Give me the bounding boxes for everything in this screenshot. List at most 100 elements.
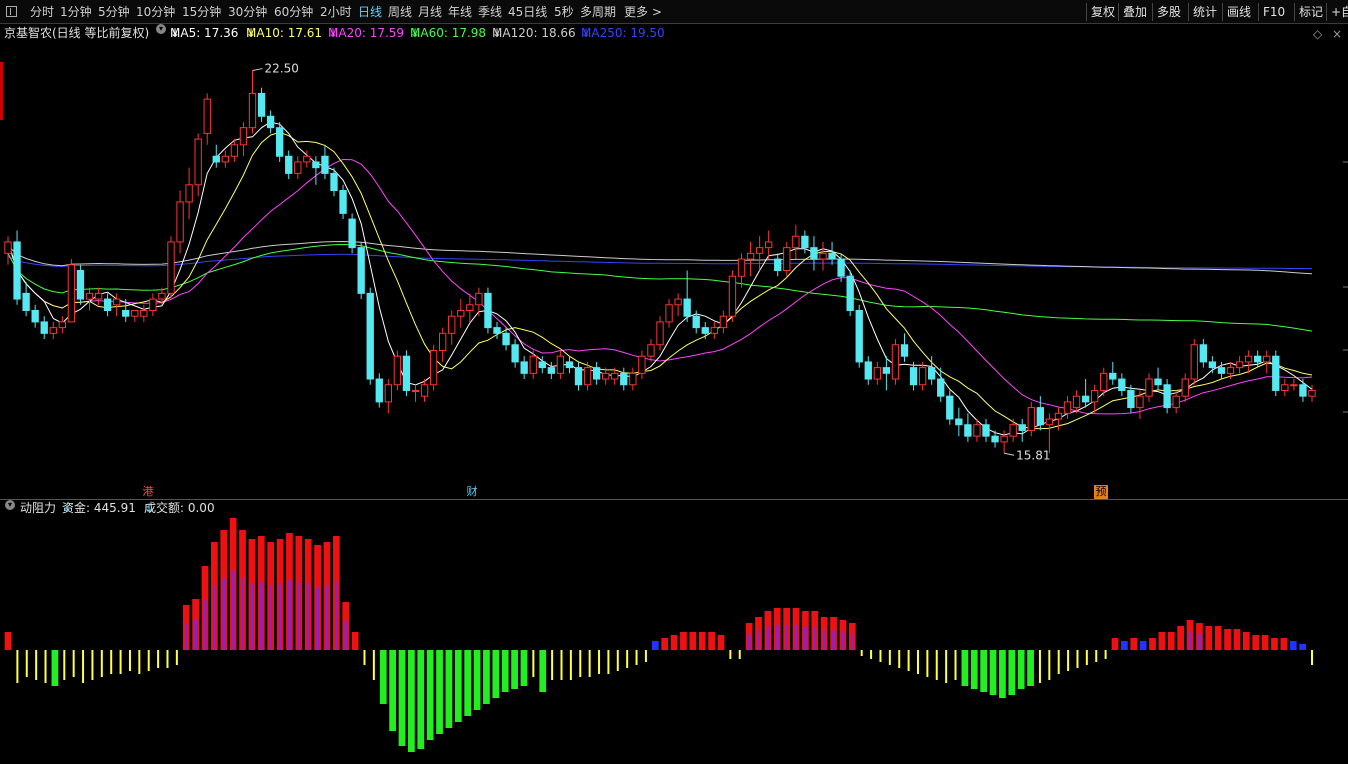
candle xyxy=(1281,379,1289,397)
candle xyxy=(40,316,48,340)
candle-body xyxy=(185,184,193,203)
histogram-bar xyxy=(483,650,490,704)
period-tab-12[interactable]: 季线 xyxy=(478,0,502,24)
candle-body xyxy=(22,292,30,311)
candle-body xyxy=(1299,384,1307,397)
candle xyxy=(873,361,882,385)
histogram-bar xyxy=(989,650,997,695)
candle xyxy=(22,281,30,317)
period-tab-16[interactable]: 更多 > xyxy=(624,0,662,24)
candle xyxy=(629,367,637,391)
histogram-inner-bar xyxy=(822,630,826,650)
histogram-bar xyxy=(970,650,978,689)
close-icon[interactable]: × xyxy=(1332,27,1342,41)
candle-body xyxy=(873,367,882,380)
period-tab-7[interactable]: 2小时 xyxy=(320,0,352,24)
candle-body xyxy=(1190,344,1198,380)
candle-body xyxy=(1118,378,1126,391)
period-tab-5[interactable]: 30分钟 xyxy=(228,0,267,24)
histogram-inner-bar xyxy=(269,585,273,650)
candle xyxy=(864,356,872,385)
histogram-bar xyxy=(945,650,948,683)
toolbar-button-1[interactable]: 叠加 xyxy=(1118,3,1151,21)
period-tab-2[interactable]: 5分钟 xyxy=(98,0,130,24)
sidebar-toggle-icon[interactable] xyxy=(6,6,17,17)
candle xyxy=(1018,419,1026,442)
period-tab-0[interactable]: 分时 xyxy=(30,0,54,24)
histogram-bar xyxy=(473,650,481,710)
period-tab-14[interactable]: 5秒 xyxy=(554,0,574,24)
period-tab-13[interactable]: 45日线 xyxy=(508,0,547,24)
candle-body xyxy=(611,372,619,380)
candle xyxy=(1118,373,1126,397)
histogram-bar xyxy=(616,650,619,671)
candle xyxy=(321,144,329,180)
period-tab-9[interactable]: 周线 xyxy=(388,0,412,24)
candle xyxy=(1009,419,1017,442)
period-tab-8[interactable]: 日线 xyxy=(358,0,382,24)
period-tab-3[interactable]: 10分钟 xyxy=(136,0,175,24)
candle-body xyxy=(248,92,257,129)
candle xyxy=(149,293,157,317)
candle xyxy=(438,327,447,362)
histogram-bar xyxy=(607,650,610,674)
candle-body xyxy=(176,201,184,243)
candle xyxy=(58,316,67,334)
candle-body xyxy=(1027,407,1035,431)
candle-body xyxy=(303,155,311,163)
candlestick-chart[interactable]: 22.50 15.81 xyxy=(0,42,1348,499)
period-tab-6[interactable]: 60分钟 xyxy=(274,0,313,24)
histogram-bar xyxy=(961,650,969,686)
histogram-bar xyxy=(110,650,113,674)
toolbar-button-0[interactable]: 复权 xyxy=(1086,3,1119,21)
candle-body xyxy=(1281,384,1289,391)
histogram-bar xyxy=(879,650,882,662)
toolbar-button-5[interactable]: F10 xyxy=(1258,3,1289,21)
candle-body xyxy=(755,247,764,254)
diamond-icon[interactable]: ◇ xyxy=(1313,27,1322,41)
histogram-bar xyxy=(888,650,891,665)
candle-body xyxy=(221,155,230,163)
indicator-name[interactable]: 动阻力 xyxy=(20,500,56,516)
tag-finance[interactable]: 财 xyxy=(465,485,479,499)
candle xyxy=(674,293,682,317)
period-tab-11[interactable]: 年线 xyxy=(448,0,472,24)
histogram-bar xyxy=(454,650,462,722)
candle-body xyxy=(321,155,329,174)
candle xyxy=(4,236,12,265)
candle-body xyxy=(1081,395,1090,403)
histogram-bar xyxy=(670,635,678,650)
histogram-bar xyxy=(1299,644,1306,650)
candle-body xyxy=(846,275,854,311)
toolbar-button-6[interactable]: 标记 xyxy=(1294,3,1327,21)
candle xyxy=(774,253,782,277)
histogram-inner-bar xyxy=(184,623,188,650)
tag-hk[interactable]: 港 xyxy=(141,485,155,499)
candle xyxy=(1136,390,1144,420)
histogram-bar xyxy=(579,650,582,677)
histogram-inner-bar xyxy=(850,633,854,650)
candle xyxy=(67,259,76,323)
stock-title[interactable]: 京基智农(日线 等比前复权) xyxy=(4,24,149,42)
histogram-bar xyxy=(1120,641,1128,650)
period-tab-10[interactable]: 月线 xyxy=(418,0,442,24)
candle xyxy=(239,121,248,157)
histogram-inner-bar xyxy=(203,599,207,650)
candle-body xyxy=(511,344,519,363)
candle xyxy=(918,361,927,391)
candle-body xyxy=(1172,395,1180,409)
candle-body xyxy=(683,298,691,317)
dynamic-resistance-histogram[interactable] xyxy=(0,516,1348,764)
histogram-bar xyxy=(100,650,103,677)
toolbar-button-2[interactable]: 多股 xyxy=(1152,3,1185,21)
histogram-bar xyxy=(870,650,873,659)
period-tab-4[interactable]: 15分钟 xyxy=(182,0,221,24)
candle xyxy=(466,293,474,322)
toolbar-button-3[interactable]: 统计 xyxy=(1188,3,1221,21)
period-tab-15[interactable]: 多周期 xyxy=(580,0,616,24)
toolbar-button-4[interactable]: 画线 xyxy=(1222,3,1255,21)
period-tab-1[interactable]: 1分钟 xyxy=(60,0,92,24)
histogram-bar xyxy=(25,650,28,677)
tag-forecast[interactable]: 预 xyxy=(1094,485,1108,499)
toolbar-button-7[interactable]: +自 xyxy=(1326,3,1348,21)
